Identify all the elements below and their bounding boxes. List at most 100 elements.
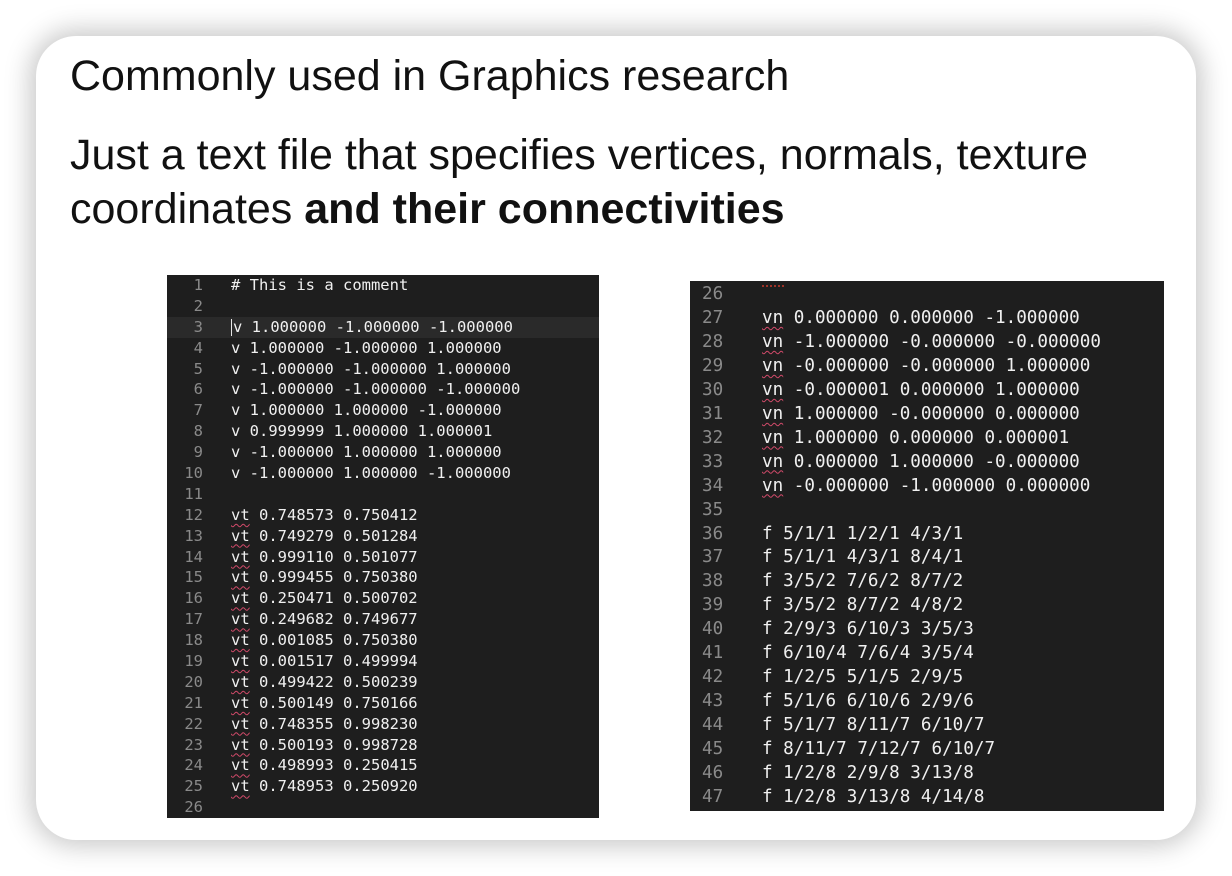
code-line[interactable]: 38 f 3/5/2 7/6/2 8/7/2 (690, 570, 1164, 594)
code-line[interactable]: 14 vt 0.999110 0.501077 (167, 547, 599, 568)
code-values: 1.000000 0.000000 0.000001 (783, 427, 1070, 448)
code-line[interactable]: 45 f 8/11/7 7/12/7 6/10/7 (690, 738, 1164, 762)
code-text: vt 0.500149 0.750166 (231, 693, 418, 714)
code-line[interactable]: 43 f 5/1/6 6/10/6 2/9/6 (690, 690, 1164, 714)
code-line[interactable]: 27 vn 0.000000 0.000000 -1.000000 (690, 307, 1164, 331)
code-line[interactable]: 40 f 2/9/3 6/10/3 3/5/3 (690, 618, 1164, 642)
code-values: 0.250471 0.500702 (249, 589, 418, 608)
code-line[interactable]: 11 (167, 484, 599, 505)
code-line[interactable]: 47 f 1/2/8 3/13/8 4/14/8 (690, 786, 1164, 810)
code-values: v -1.000000 1.000000 -1.000000 (231, 464, 511, 483)
line-number: 25 (184, 777, 203, 796)
code-line[interactable]: 34 vn -0.000000 -1.000000 0.000000 (690, 475, 1164, 499)
code-line[interactable]: 19 vt 0.001517 0.499994 (167, 651, 599, 672)
code-values: 1.000000 -0.000000 0.000000 (783, 403, 1080, 424)
code-values: v 1.000000 1.000000 -1.000000 (231, 401, 502, 420)
code-text: vn 1.000000 0.000000 0.000001 (762, 427, 1069, 451)
code-line[interactable]: 17 vt 0.249682 0.749677 (167, 609, 599, 630)
code-text: f 1/2/8 3/13/8 4/14/8 (762, 786, 984, 810)
code-text: v -1.000000 1.000000 -1.000000 (231, 463, 511, 484)
code-values: 0.499422 0.500239 (249, 672, 418, 691)
code-line[interactable]: 31 vn 1.000000 -0.000000 0.000000 (690, 403, 1164, 427)
code-text: vn -0.000000 -0.000000 1.000000 (762, 355, 1090, 379)
code-text: vn 0.000000 0.000000 -1.000000 (762, 307, 1080, 331)
slide: Commonly used in Graphics research Just … (36, 36, 1196, 840)
code-line[interactable]: 15 vt 0.999455 0.750380 (167, 567, 599, 588)
code-line[interactable]: 32 vn 1.000000 0.000000 0.000001 (690, 427, 1164, 451)
line-number: 2 (193, 296, 203, 315)
code-line[interactable]: 18 vt 0.001085 0.750380 (167, 630, 599, 651)
code-line[interactable]: 6 v -1.000000 -1.000000 -1.000000 (167, 379, 599, 400)
code-line[interactable]: 4 v 1.000000 -1.000000 1.000000 (167, 338, 599, 359)
code-line[interactable]: 29 vn -0.000000 -0.000000 1.000000 (690, 355, 1164, 379)
code-text: vt 0.749279 0.501284 (231, 526, 418, 547)
code-line[interactable]: 26 (690, 283, 1164, 307)
keyword-token: vt (231, 756, 250, 775)
code-line[interactable]: 22 vt 0.748355 0.998230 (167, 714, 599, 735)
keyword-token: vt (231, 777, 250, 796)
code-line[interactable]: 2 (167, 296, 599, 317)
code-text: v 1.000000 1.000000 -1.000000 (231, 400, 502, 421)
code-text: vt 0.250471 0.500702 (231, 588, 418, 609)
code-line[interactable]: 42 f 1/2/5 5/1/5 2/9/5 (690, 666, 1164, 690)
code-line[interactable]: 9 v -1.000000 1.000000 1.000000 (167, 442, 599, 463)
code-line[interactable]: 20 vt 0.499422 0.500239 (167, 672, 599, 693)
code-text: f 5/1/6 6/10/6 2/9/6 (762, 690, 974, 714)
keyword-token: vn (762, 379, 784, 400)
code-line[interactable]: 33 vn 0.000000 1.000000 -0.000000 (690, 451, 1164, 475)
code-line[interactable]: 25 vt 0.748953 0.250920 (167, 776, 599, 797)
code-text: vn -0.000001 0.000000 1.000000 (762, 379, 1080, 403)
keyword-token: vt (231, 693, 250, 712)
code-editor-right[interactable]: 26 27 vn 0.000000 0.000000 -1.000000 28 vn -… (690, 281, 1164, 811)
code-line[interactable]: 24 vt 0.498993 0.250415 (167, 755, 599, 776)
code-values: v -1.000000 1.000000 1.000000 (231, 443, 502, 462)
code-line[interactable]: 26 (167, 797, 599, 818)
code-text: vt 0.001085 0.750380 (231, 630, 418, 651)
code-text: # This is a comment (231, 275, 408, 296)
keyword-token: vt (231, 714, 250, 733)
code-line[interactable]: 13 vt 0.749279 0.501284 (167, 526, 599, 547)
code-line[interactable]: 7 v 1.000000 1.000000 -1.000000 (167, 400, 599, 421)
code-line[interactable]: 21 vt 0.500149 0.750166 (167, 693, 599, 714)
line-number: 3 (193, 317, 203, 336)
line-number: 1 (193, 276, 203, 294)
code-values: 0.498993 0.250415 (249, 756, 418, 775)
code-line[interactable]: 5 v -1.000000 -1.000000 1.000000 (167, 359, 599, 380)
code-line[interactable]: 8 v 0.999999 1.000000 1.000001 (167, 421, 599, 442)
code-line[interactable]: 46 f 1/2/8 2/9/8 3/13/8 (690, 762, 1164, 786)
code-values: -0.000000 -0.000000 1.000000 (783, 355, 1091, 376)
line-number: 24 (184, 756, 203, 775)
code-line[interactable]: 44 f 5/1/7 8/11/7 6/10/7 (690, 714, 1164, 738)
code-lines-left: 1 # This is a comment 2 3 v 1.000000 -1.0000… (167, 275, 599, 818)
code-values: 0.749279 0.501284 (249, 526, 418, 545)
code-text: vt 0.500193 0.998728 (231, 735, 418, 756)
line-number: 31 (702, 403, 724, 424)
line-number: 18 (184, 631, 203, 650)
code-line[interactable]: 30 vn -0.000001 0.000000 1.000000 (690, 379, 1164, 403)
code-line[interactable]: 12 vt 0.748573 0.750412 (167, 505, 599, 526)
code-line[interactable]: 10 v -1.000000 1.000000 -1.000000 (167, 463, 599, 484)
code-line[interactable]: 39 f 3/5/2 8/7/2 4/8/2 (690, 594, 1164, 618)
line-number: 38 (702, 571, 724, 592)
line-number: 27 (702, 307, 724, 328)
body-bold-text: and their connectivities (304, 185, 785, 233)
code-text: vn -1.000000 -0.000000 -0.000000 (762, 331, 1101, 355)
code-values: f 3/5/2 7/6/2 8/7/2 (762, 571, 964, 592)
code-line[interactable]: 28 vn -1.000000 -0.000000 -0.000000 (690, 331, 1164, 355)
keyword-token: vn (762, 331, 784, 352)
code-values: f 5/1/6 6/10/6 2/9/6 (762, 691, 974, 712)
code-line[interactable]: 35 (690, 499, 1164, 523)
code-editor-left[interactable]: 1 # This is a comment 2 3 v 1.000000 -1.0000… (167, 275, 599, 818)
code-line[interactable]: 1 # This is a comment (167, 275, 599, 296)
code-line[interactable]: 41 f 6/10/4 7/6/4 3/5/4 (690, 642, 1164, 666)
line-number: 35 (702, 499, 724, 520)
code-values: f 5/1/1 1/2/1 4/3/1 (762, 523, 964, 544)
code-text: v -1.000000 -1.000000 1.000000 (231, 359, 511, 380)
code-line[interactable]: 36 f 5/1/1 1/2/1 4/3/1 (690, 523, 1164, 547)
code-line[interactable]: 3 v 1.000000 -1.000000 -1.000000 (167, 316, 599, 338)
line-number: 26 (702, 284, 724, 304)
code-line[interactable]: 23 vt 0.500193 0.998728 (167, 735, 599, 756)
code-line[interactable]: 37 f 5/1/1 4/3/1 8/4/1 (690, 546, 1164, 570)
line-number: 19 (184, 652, 203, 671)
code-line[interactable]: 16 vt 0.250471 0.500702 (167, 588, 599, 609)
